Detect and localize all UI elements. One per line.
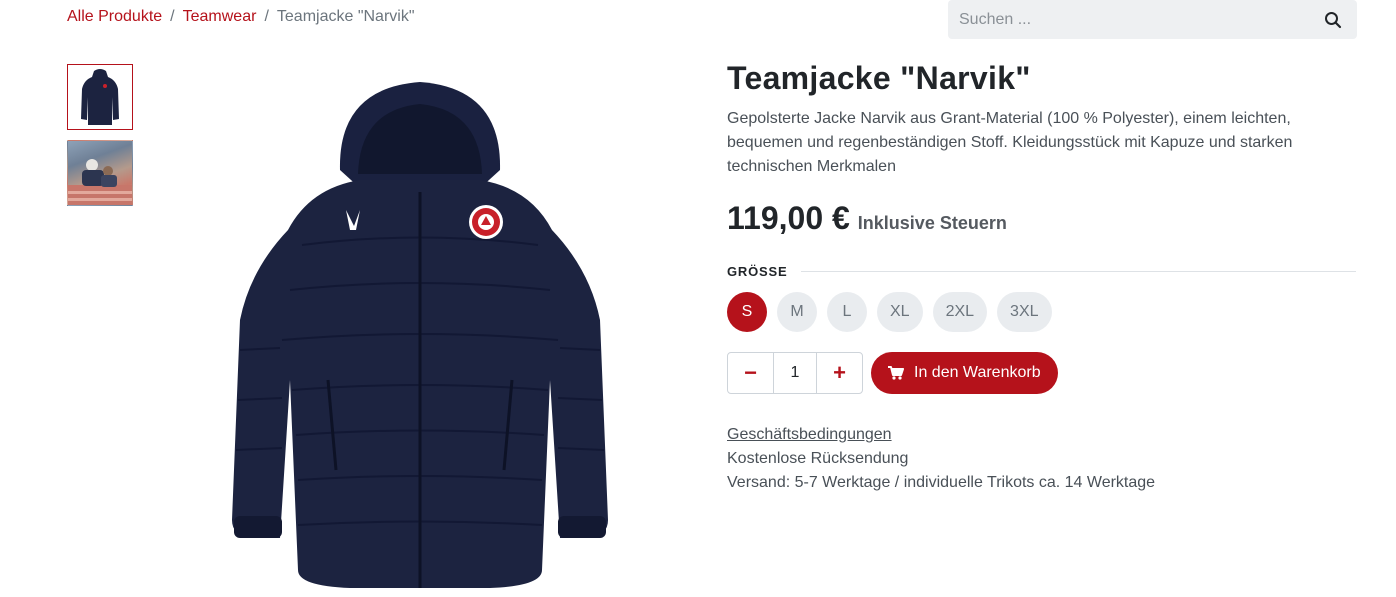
tax-note: Inklusive Steuern [857, 213, 1007, 233]
jacket-thumbnail-image [81, 69, 119, 125]
cart-icon [888, 366, 904, 380]
quantity-input[interactable] [773, 353, 817, 393]
quantity-stepper: − + [727, 352, 863, 394]
size-option-m[interactable]: M [777, 292, 817, 332]
thumbnail-jacket[interactable] [67, 64, 133, 130]
returns-note: Kostenlose Rücksendung [727, 450, 909, 467]
quantity-decrease-button[interactable]: − [728, 353, 773, 393]
quantity-increase-button[interactable]: + [817, 353, 862, 393]
product-description: Gepolsterte Jacke Narvik aus Grant-Mater… [727, 110, 1293, 175]
add-to-cart-label: In den Warenkorb [914, 364, 1041, 381]
size-label: GRÖSSE [727, 264, 788, 279]
search-icon [1325, 11, 1342, 28]
price-row: 119,00 € Inklusive Steuern [727, 200, 1007, 237]
product-main-image [210, 80, 630, 597]
breadcrumb-current: Teamjacke "Narvik" [276, 8, 415, 25]
product-info-block: Geschäftsbedingungen Kostenlose Rücksend… [727, 423, 1155, 495]
search-input[interactable] [948, 0, 1309, 39]
size-option-2xl[interactable]: 2XL [932, 292, 988, 332]
jacket-image [232, 82, 608, 588]
product-price: 119,00 € [727, 200, 850, 236]
breadcrumb-link-teamwear[interactable]: Teamwear [183, 8, 257, 26]
breadcrumb-separator: / [264, 8, 269, 25]
size-option-s[interactable]: S [727, 292, 767, 332]
size-option-xl[interactable]: XL [877, 292, 923, 332]
shipping-note: Versand: 5-7 Werktage / individuelle Tri… [727, 474, 1156, 491]
product-title: Teamjacke "Narvik" [727, 60, 1031, 96]
size-option-3xl[interactable]: 3XL [997, 292, 1052, 332]
stadium-photo-image [68, 159, 132, 205]
breadcrumb-separator: / [170, 8, 175, 25]
add-to-cart-button[interactable]: In den Warenkorb [871, 352, 1058, 394]
thumbnail-stadium-photo[interactable] [67, 140, 133, 206]
size-option-l[interactable]: L [827, 292, 867, 332]
divider [801, 271, 1356, 272]
size-selector: S M L XL 2XL 3XL [727, 292, 1052, 332]
breadcrumb-link-all-products[interactable]: Alle Produkte [67, 8, 162, 26]
search-bar [948, 0, 1357, 39]
size-attribute-header: GRÖSSE [727, 264, 1356, 279]
search-button[interactable] [1309, 0, 1357, 39]
breadcrumb: Alle Produkte / Teamwear / Teamjacke "Na… [67, 8, 415, 26]
terms-link[interactable]: Geschäftsbedingungen [727, 423, 1155, 447]
